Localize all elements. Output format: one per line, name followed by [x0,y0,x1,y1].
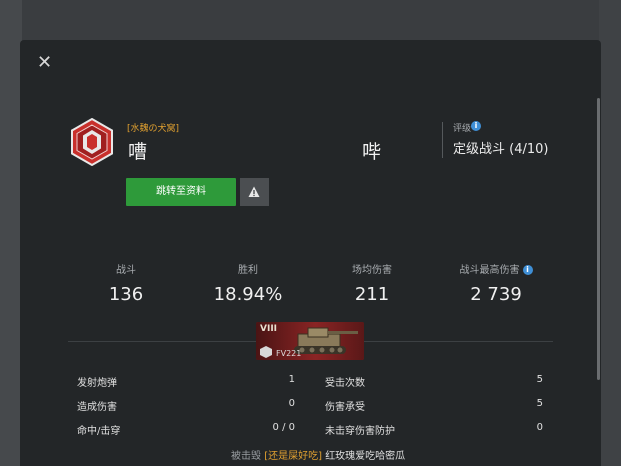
detail-value: 0 [288,398,295,409]
stat-value: 136 [108,284,144,305]
close-icon[interactable]: ✕ [37,54,52,72]
destroyed-label: 被击毁 [231,451,261,462]
tank-class-icon [260,346,272,358]
detail-value: 5 [536,398,543,409]
stat-win-rate: 胜利 18.94% [183,264,313,305]
tank-tier: VIII [260,324,278,334]
detail-value: 5 [536,374,543,385]
stat-max-damage: 战斗最高伤害 i 2 739 [431,264,561,305]
detail-label: 未击穿伤害防护 [325,426,395,437]
stat-avg-damage: 场均伤害 211 [307,264,437,305]
tank-name: FV221 [276,349,302,358]
stat-battles: 战斗 136 [61,264,191,305]
opponent-name: 哔 [362,141,382,163]
divider [442,122,443,158]
stat-value: 2 739 [470,284,522,305]
stat-value: 18.94% [213,284,283,305]
stat-label: 场均伤害 [352,265,392,276]
player-name: 嘈 [128,141,148,163]
stat-label-row: 战斗最高伤害 i [431,264,561,278]
killer-clan-tag: [还是屎好吃] [264,451,322,462]
info-icon[interactable]: i [522,265,533,275]
rating-label: 评级 [453,124,472,134]
background-left [0,0,22,466]
detail-label: 发射炮弹 [77,378,117,389]
info-icon[interactable]: i [471,121,481,131]
go-to-profile-button[interactable]: 跳转至资料 [126,178,236,206]
tank-card[interactable]: VIII FV221 [256,322,364,360]
stat-label: 战斗 [116,265,136,276]
detail-value: 0 / 0 [272,422,295,433]
warning-icon [248,186,260,197]
detail-label: 伤害承受 [325,402,365,413]
destroyed-by: 被击毁 [还是屎好吃] 红玫瑰爱吃哈密瓜 [231,447,405,462]
report-button[interactable] [240,178,269,206]
rating-value: 定级战斗 (4/10) [453,142,549,157]
scrollbar[interactable] [597,98,600,380]
stat-label: 战斗最高伤害 [459,265,520,276]
detail-label: 命中/击穿 [77,426,121,437]
clan-tag: [水魏の犬窝] [127,124,180,134]
detail-label: 受击次数 [325,378,365,389]
stat-value: 211 [354,284,390,305]
clan-emblem-icon [71,118,113,166]
stat-label: 胜利 [238,265,258,276]
detail-label: 造成伤害 [77,402,117,413]
detail-value: 0 [536,422,543,433]
detail-value: 1 [288,374,295,385]
background-right [599,0,621,466]
killer-name: 红玫瑰爱吃哈密瓜 [325,451,406,462]
